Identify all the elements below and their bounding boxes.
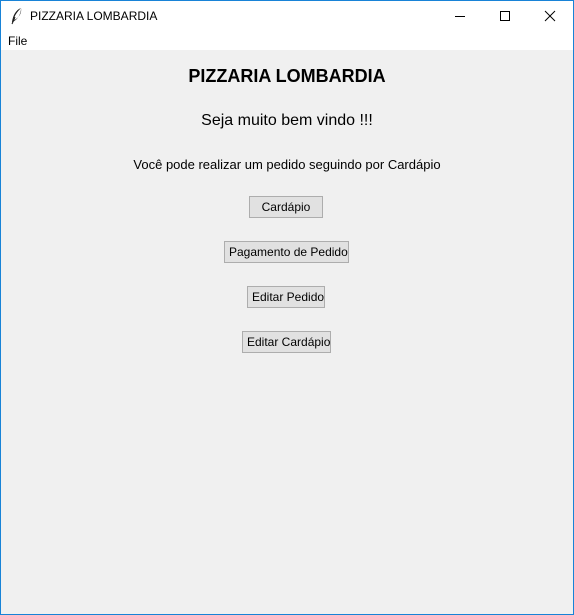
page-title: PIZZARIA LOMBARDIA — [188, 66, 386, 86]
instructions-text: Você pode realizar um pedido seguindo po… — [133, 157, 441, 172]
app-window: PIZZARIA LOMBARDIA File PIZZARIA LOMBARD… — [0, 0, 574, 615]
close-icon — [544, 10, 556, 22]
cardapio-button[interactable]: Cardápio — [249, 196, 323, 218]
maximize-icon — [500, 11, 510, 21]
menu-bar: File — [1, 31, 573, 50]
payment-button[interactable]: Pagamento de Pedido — [224, 241, 349, 263]
minimize-button[interactable] — [437, 1, 483, 31]
edit-order-button[interactable]: Editar Pedido — [247, 286, 325, 308]
window-title: PIZZARIA LOMBARDIA — [30, 9, 158, 23]
close-button[interactable] — [527, 1, 573, 31]
feather-icon — [9, 7, 25, 25]
title-bar[interactable]: PIZZARIA LOMBARDIA — [1, 1, 573, 31]
main-content: PIZZARIA LOMBARDIA Seja muito bem vindo … — [1, 50, 573, 614]
maximize-button[interactable] — [482, 1, 528, 31]
welcome-message: Seja muito bem vindo !!! — [201, 112, 373, 129]
menu-file[interactable]: File — [8, 34, 27, 48]
minimize-icon — [455, 16, 465, 17]
edit-menu-button[interactable]: Editar Cardápio — [242, 331, 331, 353]
